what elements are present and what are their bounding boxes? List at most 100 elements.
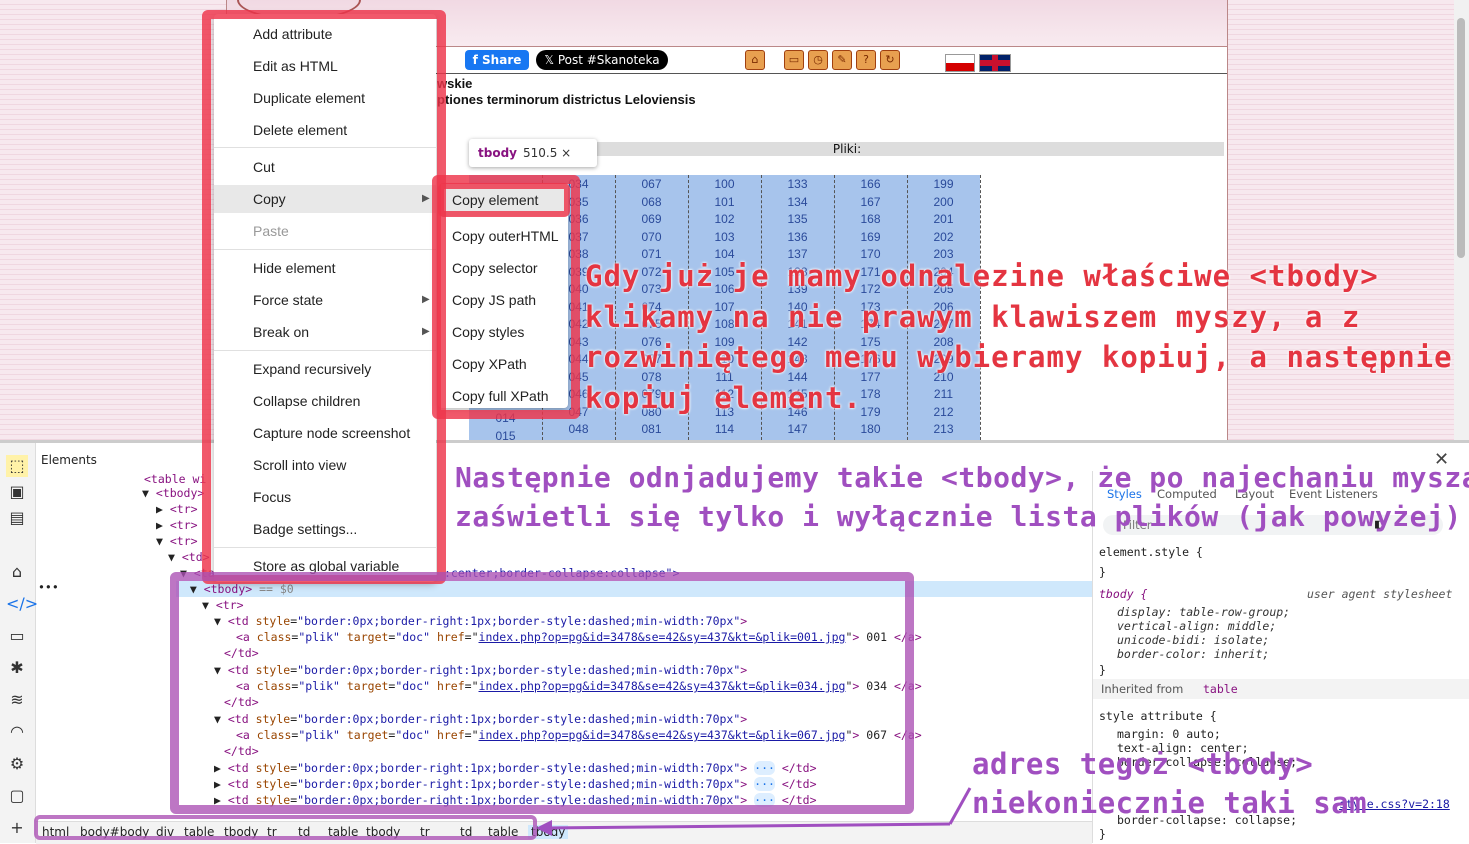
file-link[interactable]: 168 bbox=[834, 212, 907, 226]
facebook-share-button[interactable]: f Share bbox=[465, 50, 529, 70]
arrow-stem bbox=[948, 787, 972, 825]
dom-tag: <tbody> bbox=[155, 486, 205, 500]
debugger-icon[interactable]: ✱ bbox=[6, 657, 28, 679]
annotation-purple-box-dom bbox=[170, 572, 914, 814]
file-link[interactable]: 101 bbox=[688, 195, 761, 209]
more-icon[interactable]: ••• bbox=[38, 579, 59, 595]
element-inspect-tooltip: tbody510.5 × 594 bbox=[469, 139, 597, 188]
inherited-header: Inherited from table bbox=[1093, 679, 1469, 699]
device-emulation-icon[interactable]: ▣ bbox=[6, 481, 28, 503]
dom-tag: <table wi bbox=[144, 472, 207, 486]
annotation-line: kopiuj element. bbox=[585, 380, 862, 415]
file-link[interactable]: 068 bbox=[615, 195, 688, 209]
x-icon: 𝕏 bbox=[544, 53, 558, 67]
file-link[interactable]: 136 bbox=[761, 230, 834, 244]
file-link[interactable]: 070 bbox=[615, 230, 688, 244]
css-prop[interactable]: unicode-bidi: isolate; bbox=[1117, 633, 1269, 647]
rule-close: } bbox=[1099, 663, 1106, 677]
panel-title: Elements bbox=[41, 453, 97, 467]
page-scrollbar-thumb[interactable] bbox=[1457, 18, 1465, 258]
dom-line[interactable]: ▼ <tr> bbox=[156, 533, 198, 549]
share-label: Share bbox=[482, 53, 522, 67]
english-flag-icon[interactable] bbox=[979, 54, 1011, 72]
file-link[interactable]: 069 bbox=[615, 212, 688, 226]
file-link[interactable]: 180 bbox=[834, 422, 907, 436]
arrow-head bbox=[536, 820, 552, 836]
dom-tag: <tr> bbox=[169, 534, 198, 548]
tooltip-tag: tbody bbox=[478, 146, 517, 160]
annotation-purple-note: adres tegoż <tbody> niekoniecznie taki s… bbox=[972, 745, 1367, 823]
elements-tab-icon[interactable]: </> bbox=[6, 593, 38, 615]
file-link[interactable]: 169 bbox=[834, 230, 907, 244]
file-link[interactable]: 147 bbox=[761, 422, 834, 436]
page-title-line2: ptiones terminorum districtus Leloviensi… bbox=[437, 92, 696, 107]
annotation-line: Gdy już je mamy odnalezine właściwe <tbo… bbox=[585, 259, 1379, 293]
annotation-line: zaświetli się tylko i wyłącznie lista pl… bbox=[455, 500, 1462, 533]
file-link[interactable]: 048 bbox=[542, 422, 615, 436]
x-post-button[interactable]: 𝕏 Post #Skanoteka bbox=[536, 50, 668, 70]
file-link[interactable]: 167 bbox=[834, 195, 907, 209]
refresh-icon[interactable]: ↻ bbox=[880, 50, 900, 70]
ua-rule-selector[interactable]: tbody { bbox=[1099, 587, 1147, 601]
file-link[interactable]: 067 bbox=[615, 177, 688, 191]
annotation-red-box-copy-element bbox=[438, 183, 570, 217]
network-icon[interactable]: ≋ bbox=[6, 689, 28, 711]
rule-close: } bbox=[1099, 565, 1106, 579]
tools-icon[interactable]: ✎ bbox=[832, 50, 852, 70]
style-attribute-rule[interactable]: style attribute { bbox=[1099, 709, 1217, 723]
performance-icon[interactable]: ◠ bbox=[6, 721, 28, 743]
file-link[interactable]: 135 bbox=[761, 212, 834, 226]
dom-line[interactable]: ▶ <tr> bbox=[156, 517, 198, 533]
file-link[interactable]: 213 bbox=[907, 422, 980, 436]
file-link[interactable]: 114 bbox=[688, 422, 761, 436]
file-link[interactable]: 102 bbox=[688, 212, 761, 226]
home-tab-icon[interactable]: ⌂ bbox=[6, 561, 28, 583]
css-prop[interactable]: border-color: inherit; bbox=[1117, 647, 1269, 661]
css-prop[interactable]: margin: 0 auto; bbox=[1117, 727, 1221, 741]
more-tools-icon[interactable]: + bbox=[6, 817, 28, 839]
css-prop[interactable]: vertical-align: middle; bbox=[1117, 619, 1276, 633]
clock-icon[interactable]: ◷ bbox=[808, 50, 828, 70]
annotation-red-text: Gdy już je mamy odnalezine właściwe <tbo… bbox=[585, 256, 1453, 418]
application-icon[interactable]: ▢ bbox=[6, 785, 28, 807]
dom-line[interactable]: ▶ <tr> bbox=[156, 501, 198, 517]
devtools-activity-bar: ⬚ ▣ ▤ ⌂ </> ▭ ✱ ≋ ◠ ⚙ ▢ + bbox=[0, 443, 38, 843]
annotation-line: klikamy na nie prawym klawiszem myszy, a… bbox=[585, 299, 1361, 334]
file-link[interactable]: 201 bbox=[907, 212, 980, 226]
file-link[interactable]: 081 bbox=[615, 422, 688, 436]
help-icon[interactable]: ? bbox=[856, 50, 876, 70]
element-style-rule[interactable]: element.style { bbox=[1099, 545, 1203, 559]
polish-flag-icon[interactable] bbox=[945, 54, 975, 72]
inspect-element-icon[interactable]: ⬚ bbox=[6, 455, 28, 477]
ua-rule-source: user agent stylesheet bbox=[1307, 587, 1453, 601]
file-link[interactable]: 166 bbox=[834, 177, 907, 191]
annotation-line: Następnie odnjadujemy takie <tbody>, że … bbox=[455, 461, 1469, 494]
annotation-purple-text: Następnie odnjadujemy takie <tbody>, że … bbox=[455, 458, 1469, 536]
inherited-tag[interactable]: table bbox=[1203, 682, 1238, 696]
file-link[interactable]: 199 bbox=[907, 177, 980, 191]
css-prop[interactable]: display: table-row-group; bbox=[1117, 605, 1290, 619]
annotation-line: adres tegoż <tbody> bbox=[972, 747, 1314, 781]
post-label: Post #Skanoteka bbox=[557, 53, 660, 67]
dom-line[interactable]: ▼ <tbody> bbox=[142, 485, 204, 501]
inherited-label: Inherited from bbox=[1101, 682, 1184, 696]
folder-icon[interactable]: ▭ bbox=[784, 50, 804, 70]
annotation-red-box-menu bbox=[202, 10, 446, 584]
file-link[interactable]: 015 bbox=[469, 429, 542, 441]
file-link[interactable]: 202 bbox=[907, 230, 980, 244]
file-link[interactable]: 200 bbox=[907, 195, 980, 209]
dock-icon[interactable]: ▤ bbox=[6, 507, 28, 529]
file-link[interactable]: 103 bbox=[688, 230, 761, 244]
dom-tag: <tr> bbox=[169, 518, 198, 532]
annotation-line: rozwiniętego menu wybieramy kopiuj, a na… bbox=[585, 340, 1453, 374]
file-link[interactable]: 133 bbox=[761, 177, 834, 191]
file-link[interactable]: 100 bbox=[688, 177, 761, 191]
rule-close: } bbox=[1099, 827, 1106, 841]
facebook-icon: f bbox=[472, 53, 483, 67]
annotation-purple-box-breadcrumb bbox=[34, 815, 537, 840]
console-tab-icon[interactable]: ▭ bbox=[6, 625, 28, 647]
home-icon[interactable]: ⌂ bbox=[745, 50, 765, 70]
memory-icon[interactable]: ⚙ bbox=[6, 753, 28, 775]
file-link[interactable]: 134 bbox=[761, 195, 834, 209]
annotation-arrow bbox=[536, 787, 972, 836]
